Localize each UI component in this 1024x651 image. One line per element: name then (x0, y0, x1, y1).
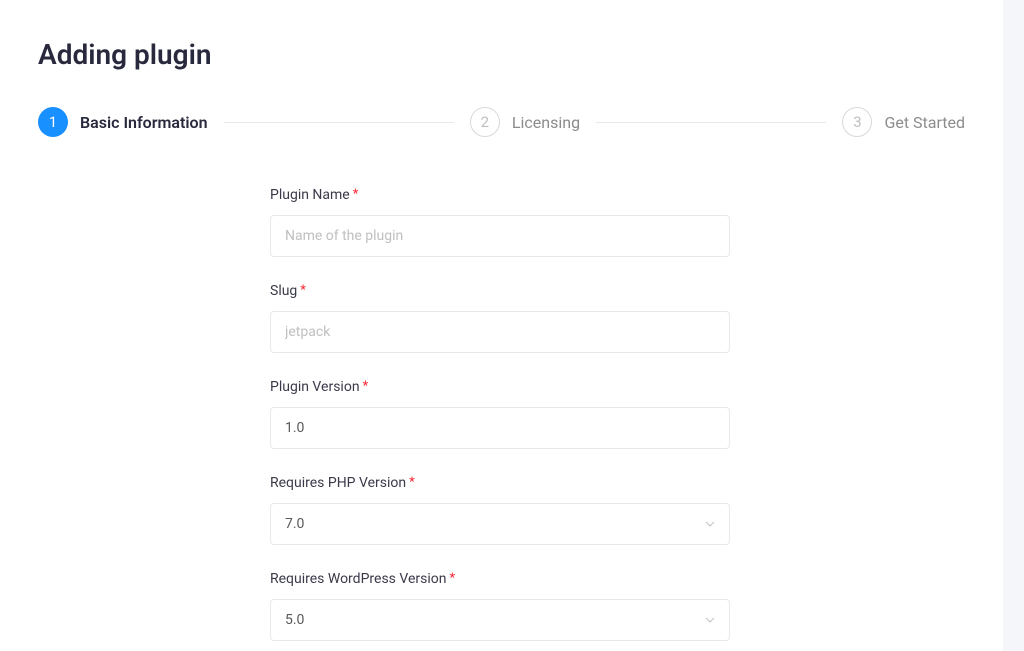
label-row: Plugin Version * (270, 379, 730, 395)
label-slug: Slug (270, 283, 297, 299)
step-label-1: Basic Information (80, 113, 208, 132)
form-group-php-version: Requires PHP Version * 7.0 (270, 475, 730, 545)
step-circle-1: 1 (38, 107, 68, 137)
label-row: Requires WordPress Version * (270, 571, 730, 587)
form-group-wp-version: Requires WordPress Version * 5.0 (270, 571, 730, 641)
form-card: Adding plugin 1 Basic Information 2 Lice… (0, 0, 1003, 651)
slug-input[interactable] (270, 311, 730, 353)
page-title: Adding plugin (38, 38, 965, 71)
step-label-3: Get Started (884, 113, 965, 132)
step-circle-2: 2 (470, 107, 500, 137)
step-label-2: Licensing (512, 113, 580, 132)
label-plugin-version: Plugin Version (270, 379, 360, 395)
wp-version-select[interactable]: 5.0 (270, 599, 730, 641)
chevron-down-icon (705, 521, 715, 527)
chevron-down-icon (705, 617, 715, 623)
step-get-started[interactable]: 3 Get Started (842, 107, 965, 137)
plugin-name-input[interactable] (270, 215, 730, 257)
step-connector (224, 122, 454, 123)
required-asterisk: * (353, 187, 359, 202)
step-circle-3: 3 (842, 107, 872, 137)
required-asterisk: * (450, 571, 456, 586)
form-group-plugin-name: Plugin Name * (270, 187, 730, 257)
label-row: Plugin Name * (270, 187, 730, 203)
step-basic-information[interactable]: 1 Basic Information (38, 107, 208, 137)
wp-version-value: 5.0 (285, 612, 304, 628)
php-version-select[interactable]: 7.0 (270, 503, 730, 545)
label-wp-version: Requires WordPress Version (270, 571, 447, 587)
step-licensing[interactable]: 2 Licensing (470, 107, 580, 137)
php-version-value: 7.0 (285, 516, 304, 532)
required-asterisk: * (409, 475, 415, 490)
form-area: Plugin Name * Slug * Plugin Version * Re… (270, 187, 730, 641)
required-asterisk: * (363, 379, 369, 394)
plugin-version-input[interactable] (270, 407, 730, 449)
form-group-plugin-version: Plugin Version * (270, 379, 730, 449)
step-connector (596, 122, 826, 123)
label-plugin-name: Plugin Name (270, 187, 350, 203)
label-php-version: Requires PHP Version (270, 475, 406, 491)
label-row: Requires PHP Version * (270, 475, 730, 491)
form-group-slug: Slug * (270, 283, 730, 353)
stepper: 1 Basic Information 2 Licensing 3 Get St… (38, 107, 965, 137)
label-row: Slug * (270, 283, 730, 299)
required-asterisk: * (300, 283, 306, 298)
